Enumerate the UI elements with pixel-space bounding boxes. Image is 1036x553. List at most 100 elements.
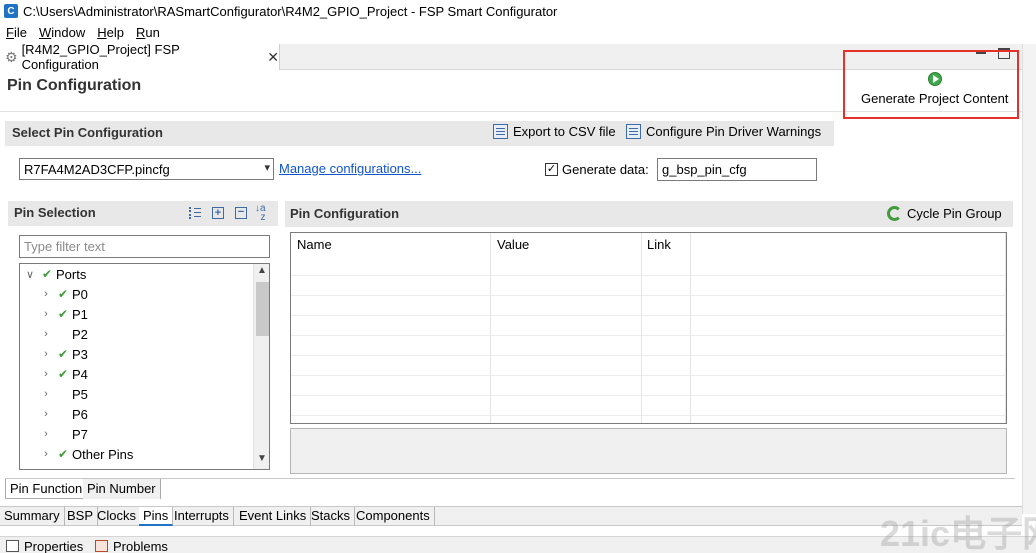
list-view-icon[interactable] bbox=[189, 207, 201, 219]
tree-item-label: P4 bbox=[72, 366, 88, 382]
check-icon: ✔ bbox=[57, 307, 69, 321]
generate-label: Generate Project Content bbox=[861, 91, 1009, 106]
tab-summary[interactable]: Summary bbox=[0, 507, 65, 526]
tab-interrupts[interactable]: Interrupts bbox=[170, 507, 234, 526]
cycle-icon bbox=[887, 206, 902, 221]
pin-config-value: R7FA4M2AD3CFP.pincfg bbox=[24, 161, 170, 177]
tab-clocks[interactable]: Clocks bbox=[93, 507, 142, 526]
tab-pins[interactable]: Pins bbox=[139, 507, 174, 526]
tab-event-links[interactable]: Event Links bbox=[235, 507, 312, 526]
tree-item-p6[interactable]: › P6 bbox=[40, 404, 88, 424]
pin-configuration-title: Pin Configuration bbox=[290, 206, 400, 221]
menu-window[interactable]: Window bbox=[39, 25, 85, 40]
editor-tab-label: [R4M2_GPIO_Project] FSP Configuration bbox=[21, 42, 180, 72]
chevron-right-icon[interactable]: › bbox=[40, 328, 52, 340]
generate-data-label: Generate data: bbox=[562, 162, 649, 177]
tree-item-label: Other Pins bbox=[72, 446, 134, 462]
tree-item-ports[interactable]: ∨ ✔ Ports bbox=[24, 264, 86, 284]
menu-run[interactable]: Run bbox=[136, 25, 160, 40]
pin-config-dropdown[interactable]: R7FA4M2AD3CFP.pincfg ▾ bbox=[19, 158, 274, 180]
chevron-down-icon: ▾ bbox=[264, 162, 270, 174]
properties-icon bbox=[6, 540, 19, 552]
menu-help[interactable]: Help bbox=[97, 25, 124, 40]
manage-configurations-link[interactable]: Manage configurations... bbox=[279, 161, 421, 176]
tree-item-label: P5 bbox=[72, 386, 88, 402]
column-header-value[interactable]: Value bbox=[497, 237, 529, 252]
filter-input[interactable]: Type filter text bbox=[19, 235, 270, 258]
tree-item-p7[interactable]: › P7 bbox=[40, 424, 88, 444]
select-pin-configuration-section: Select Pin Configuration Export to CSV f… bbox=[5, 121, 834, 146]
right-gutter bbox=[1022, 44, 1036, 514]
row-divider bbox=[291, 395, 1006, 396]
window-title: C:\Users\Administrator\RASmartConfigurat… bbox=[23, 3, 558, 19]
generate-project-content-button[interactable]: Generate Project Content bbox=[843, 50, 1019, 119]
editor-tab-fsp-configuration[interactable]: ⚙ [R4M2_GPIO_Project] FSP Configuration … bbox=[0, 42, 280, 72]
chevron-right-icon[interactable]: › bbox=[40, 288, 52, 300]
chevron-right-icon[interactable]: › bbox=[40, 348, 52, 360]
pin-config-table: Name Value Link bbox=[290, 232, 1007, 424]
tree-item-label: P1 bbox=[72, 306, 88, 322]
pin-selection-header: Pin Selection + − ↓a z bbox=[8, 201, 278, 226]
tree-item-p4[interactable]: › ✔ P4 bbox=[40, 364, 88, 384]
chevron-right-icon[interactable]: › bbox=[40, 368, 52, 380]
scroll-down-icon[interactable]: ▼ bbox=[257, 453, 267, 464]
cycle-pin-group-button[interactable]: Cycle Pin Group bbox=[887, 206, 1002, 221]
chevron-right-icon[interactable]: › bbox=[40, 448, 52, 460]
watermark: 21ic电子网 bbox=[880, 513, 1036, 553]
check-icon: ✔ bbox=[41, 267, 53, 281]
row-divider bbox=[291, 295, 1006, 296]
tab-pin-function[interactable]: Pin Function bbox=[5, 479, 88, 499]
scroll-up-icon[interactable]: ▲ bbox=[257, 265, 267, 276]
column-header-link[interactable]: Link bbox=[647, 237, 671, 252]
menu-bar: File Window Help Run bbox=[0, 22, 1036, 42]
view-label: Problems bbox=[113, 538, 168, 553]
generate-data-input[interactable]: g_bsp_pin_cfg bbox=[657, 158, 817, 181]
chevron-right-icon[interactable]: › bbox=[40, 388, 52, 400]
row-divider bbox=[291, 415, 1006, 416]
tree-item-p2[interactable]: › P2 bbox=[40, 324, 88, 344]
app-icon: C bbox=[4, 4, 18, 18]
tree-item-label: P3 bbox=[72, 346, 88, 362]
warnings-config-icon bbox=[626, 124, 641, 139]
tree-item-label: P2 bbox=[72, 326, 88, 342]
configuration-tabs: Summary BSP Clocks Pins Interrupts Event… bbox=[0, 506, 1022, 526]
tree-scrollbar[interactable]: ▲ ▼ bbox=[253, 264, 269, 469]
tree-item-p0[interactable]: › ✔ P0 bbox=[40, 284, 88, 304]
sort-az-icon[interactable]: ↓a z bbox=[255, 204, 273, 223]
chevron-right-icon[interactable]: › bbox=[40, 428, 52, 440]
tab-components[interactable]: Components bbox=[352, 507, 435, 526]
tab-pin-number[interactable]: Pin Number bbox=[83, 479, 161, 499]
view-properties[interactable]: Properties bbox=[6, 538, 83, 553]
export-icon bbox=[493, 124, 508, 139]
pin-tree: ∨ ✔ Ports › ✔ P0 › ✔ P1 › P2 › ✔ P3 › ✔ … bbox=[19, 263, 270, 470]
chevron-right-icon[interactable]: › bbox=[40, 308, 52, 320]
row-divider bbox=[291, 335, 1006, 336]
tree-item-other-pins[interactable]: › ✔ Other Pins bbox=[40, 444, 133, 464]
configure-warnings-button[interactable]: Configure Pin Driver Warnings bbox=[626, 124, 821, 139]
collapse-all-icon[interactable]: − bbox=[235, 207, 247, 219]
column-header-name[interactable]: Name bbox=[297, 237, 332, 252]
page-title: Pin Configuration bbox=[7, 77, 142, 94]
row-divider bbox=[291, 355, 1006, 356]
tree-item-p5[interactable]: › P5 bbox=[40, 384, 88, 404]
configure-label: Configure Pin Driver Warnings bbox=[646, 124, 822, 139]
export-csv-button[interactable]: Export to CSV file bbox=[493, 124, 616, 139]
chevron-down-icon[interactable]: ∨ bbox=[24, 268, 36, 281]
run-icon bbox=[928, 72, 942, 86]
problems-icon bbox=[95, 540, 108, 552]
pin-configuration-header: Pin Configuration Cycle Pin Group bbox=[285, 201, 1013, 227]
chevron-right-icon[interactable]: › bbox=[40, 408, 52, 420]
view-problems[interactable]: Problems bbox=[95, 538, 168, 553]
pin-description-area bbox=[290, 428, 1007, 474]
row-divider bbox=[291, 315, 1006, 316]
close-icon[interactable]: ✕ bbox=[267, 49, 279, 66]
generate-data-checkbox[interactable]: ✓ bbox=[545, 163, 558, 176]
tab-stacks[interactable]: Stacks bbox=[307, 507, 356, 526]
expand-all-icon[interactable]: + bbox=[212, 207, 224, 219]
cycle-label: Cycle Pin Group bbox=[907, 206, 1002, 221]
menu-file[interactable]: File bbox=[6, 25, 27, 40]
tree-item-p1[interactable]: › ✔ P1 bbox=[40, 304, 88, 324]
scrollbar-thumb[interactable] bbox=[256, 282, 269, 336]
title-bar: C C:\Users\Administrator\RASmartConfigur… bbox=[0, 0, 1036, 22]
tree-item-p3[interactable]: › ✔ P3 bbox=[40, 344, 88, 364]
